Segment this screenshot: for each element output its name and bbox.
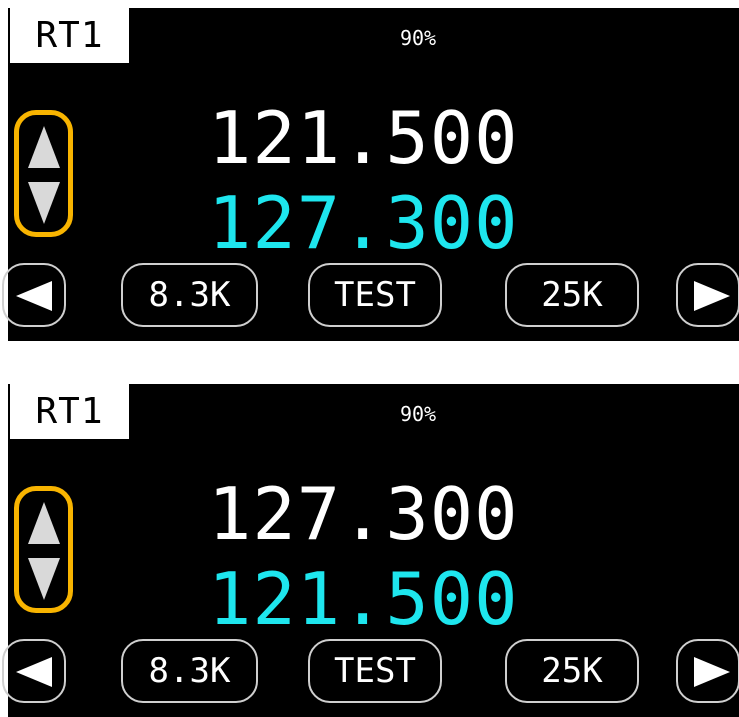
test-button[interactable]: TEST [308,639,442,703]
triangle-up-icon[interactable] [26,500,62,546]
frequency-swap-control[interactable] [14,110,73,237]
spacing-25k-button[interactable]: 25K [505,263,639,327]
radio-label: RT1 [10,384,129,439]
radio-screen-after-swap: RT1 90% 127.300 121.500 8.3K TEST 25K [2,384,739,717]
triangle-left-icon [16,281,52,311]
next-button[interactable] [676,639,739,703]
standby-frequency: 127.300 [208,181,519,265]
triangle-right-icon [694,281,730,311]
volume-readout: 90% [399,26,437,50]
test-button[interactable]: TEST [308,263,442,327]
frequency-swap-control[interactable] [14,486,73,613]
radio-label: RT1 [10,8,129,63]
triangle-up-icon[interactable] [26,124,62,170]
prev-button[interactable] [2,263,66,327]
spacing-8-3k-button[interactable]: 8.3K [121,263,258,327]
triangle-right-icon [694,657,730,687]
volume-readout: 90% [399,402,437,426]
spacing-25k-button[interactable]: 25K [505,639,639,703]
prev-button[interactable] [2,639,66,703]
triangle-left-icon [16,657,52,687]
active-frequency: 121.500 [208,96,519,180]
next-button[interactable] [676,263,739,327]
triangle-down-icon[interactable] [26,180,62,226]
active-frequency: 127.300 [208,472,519,556]
standby-frequency: 121.500 [208,557,519,641]
spacing-8-3k-button[interactable]: 8.3K [121,639,258,703]
triangle-down-icon[interactable] [26,556,62,602]
radio-screen-before-swap: RT1 90% 121.500 127.300 8.3K TEST 25K [2,8,739,341]
